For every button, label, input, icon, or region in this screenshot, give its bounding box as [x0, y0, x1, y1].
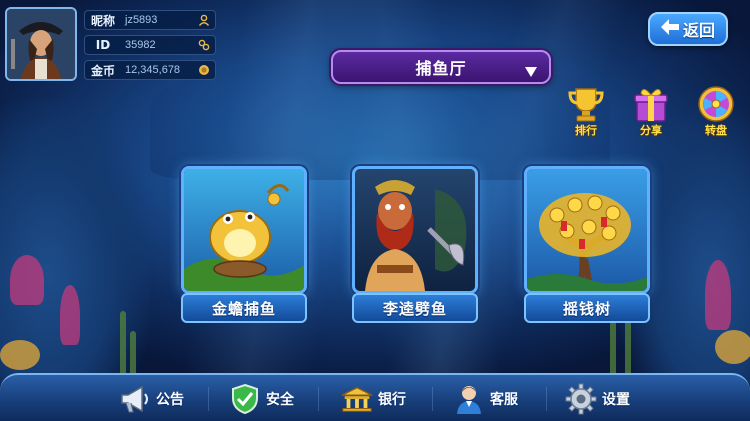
id-row: ID 35982 [84, 35, 216, 55]
wheel-button[interactable]: 转盘 [691, 84, 741, 138]
coral-decoration [715, 330, 750, 364]
nickname-label: 昵称 [90, 13, 115, 28]
announcement-label: 公告 [156, 392, 184, 408]
security-button[interactable]: 安全 [228, 382, 294, 416]
share-label: 分享 [640, 124, 662, 137]
id-value: 35982 [125, 39, 156, 51]
kelp-decoration [120, 311, 126, 381]
announcement-button[interactable]: 公告 [118, 382, 184, 416]
gift-icon [629, 84, 673, 124]
game-card-li-kui[interactable]: 李逵劈鱼 [352, 166, 478, 324]
golden-toad-art [181, 166, 307, 294]
security-label: 安全 [266, 392, 294, 408]
coral-decoration [0, 340, 40, 370]
game-name: 李逵劈鱼 [352, 293, 478, 323]
back-label: 返回 [682, 21, 715, 40]
hall-selector[interactable]: 捕鱼厅 [331, 50, 551, 84]
game-lobby: 昵称 jz5893 ID 35982 金币 12,345,678 捕鱼厅 返回 [0, 0, 750, 421]
coin-icon [197, 63, 211, 77]
money-tree-art [524, 166, 650, 294]
ranking-button[interactable]: 排行 [561, 84, 611, 138]
back-arrow-icon [660, 19, 679, 39]
coral-decoration [10, 255, 44, 305]
coral-decoration [60, 285, 80, 345]
bank-icon [340, 383, 374, 415]
gear-icon [564, 383, 598, 415]
bank-label: 银行 [378, 392, 406, 408]
customer-service-button[interactable]: 客服 [452, 382, 518, 416]
settings-label: 设置 [602, 392, 630, 408]
game-name: 摇钱树 [524, 293, 650, 323]
nickname-row: 昵称 jz5893 [84, 10, 216, 30]
coins-row: 金币 12,345,678 [84, 60, 216, 80]
toolbar-divider [318, 387, 319, 411]
megaphone-icon [118, 383, 152, 415]
shield-check-icon [228, 383, 262, 415]
link-icon [197, 38, 211, 52]
game-card-money-tree[interactable]: 摇钱树 [524, 166, 650, 324]
triangle-down-icon [525, 62, 537, 81]
li-kui-art [352, 166, 478, 294]
share-button[interactable]: 分享 [626, 84, 676, 138]
coral-decoration [705, 260, 731, 330]
toolbar-divider [432, 387, 433, 411]
bank-button[interactable]: 银行 [340, 382, 406, 416]
coins-label: 金币 [90, 63, 115, 78]
player-avatar[interactable] [5, 7, 77, 81]
bottom-toolbar: 公告 安全 银行 客服 设置 [0, 373, 750, 421]
customer-service-icon [452, 383, 486, 415]
pirate-portrait-icon [7, 9, 75, 79]
toolbar-divider [208, 387, 209, 411]
hall-title: 捕鱼厅 [415, 59, 467, 78]
ranking-label: 排行 [575, 124, 597, 137]
wheel-icon [694, 84, 738, 124]
coins-value: 12,345,678 [125, 64, 181, 76]
toolbar-divider [546, 387, 547, 411]
customer-service-label: 客服 [490, 392, 518, 408]
kelp-decoration [610, 321, 616, 381]
settings-button[interactable]: 设置 [564, 382, 630, 416]
back-button[interactable]: 返回 [648, 12, 728, 46]
id-label: ID [95, 38, 111, 52]
trophy-icon [564, 84, 608, 124]
person-icon [197, 13, 211, 27]
nickname-value: jz5893 [125, 14, 158, 26]
wheel-label: 转盘 [705, 124, 727, 137]
game-name: 金蟾捕鱼 [181, 293, 307, 323]
game-card-golden-toad[interactable]: 金蟾捕鱼 [181, 166, 307, 324]
